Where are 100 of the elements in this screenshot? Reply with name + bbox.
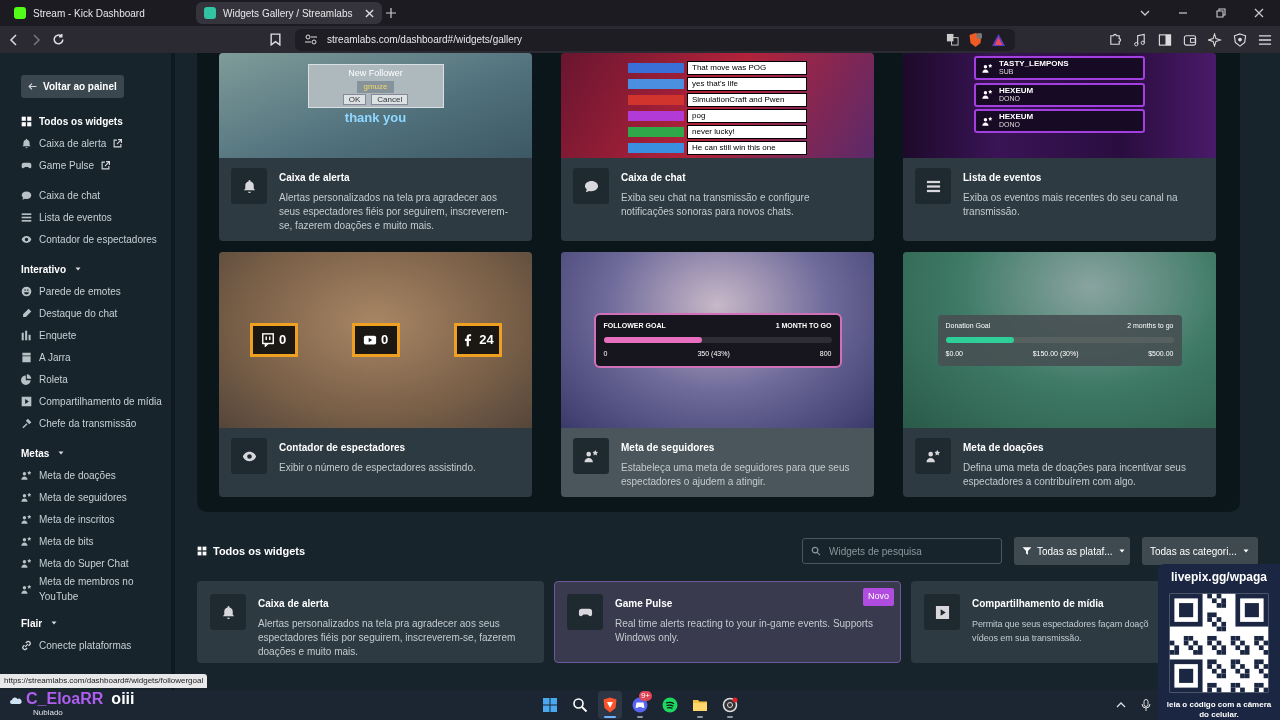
chevron-down-icon[interactable] (1140, 8, 1150, 18)
section-header[interactable]: Interativo (21, 258, 82, 280)
sidebar-item[interactable]: Meta de doações (21, 464, 171, 486)
play-icon (934, 604, 950, 620)
chat-message: SimulationCraft and Pwen (687, 92, 807, 107)
event-name: HEXEUM (999, 113, 1034, 121)
sidebar-item[interactable]: Parede de emotes (21, 280, 171, 302)
sparkle-icon[interactable] (1208, 32, 1222, 47)
qr-caption: leia o código com a câmera do celular. (1165, 700, 1273, 720)
filter-dropdown[interactable]: Todas as categori... (1142, 537, 1258, 565)
sidebar-item[interactable]: Contador de espectadores (21, 228, 171, 250)
card-title: Caixa de alerta (279, 171, 351, 185)
triangle-icon[interactable] (992, 33, 1005, 46)
sidebar-item[interactable]: Game Pulse (21, 154, 171, 176)
chat-username: C_EloaRR (26, 690, 104, 707)
sidebar-item[interactable]: Compartilhamento de mídia (21, 390, 171, 412)
sidebar-item[interactable]: Meta de bits (21, 530, 171, 552)
card-description: Exibir o número de espectadores assistindo. (279, 461, 476, 475)
link-icon (21, 639, 32, 651)
caret-icon (1242, 547, 1250, 555)
sidebar-item[interactable]: Chefe da transmissão (21, 412, 171, 434)
sidebar-item[interactable]: A Jarra (21, 346, 171, 368)
person-star-icon (583, 448, 599, 464)
chat-message: oiii (111, 690, 135, 707)
widget-card[interactable]: Caixa de alerta Alertas personalizados na tela pra agradecer aos seus espectadores fiéis por seguirem, inscreverem-se, fazerem doações e muito mais. (197, 581, 544, 663)
sidebar-item[interactable]: Meta de inscritos (21, 508, 171, 530)
music-circle-icon (662, 697, 678, 713)
close-icon[interactable] (1254, 8, 1264, 18)
widget-card[interactable]: That move was POG yes that's life SimulationCraft and Pwen pog never lucky! He can still win this one Caixa de chat Exiba seu chat na transmissão e configure notificações sonoras para novos chats. (561, 53, 874, 241)
back-button[interactable]: Voltar ao painel (21, 75, 124, 98)
person-star-icon (21, 557, 32, 569)
widget-card[interactable]: Game Pulse Real time alerts reacting to your in-game events. Supports Windows only. Novo (554, 581, 901, 663)
section-header[interactable]: Metas (21, 442, 66, 464)
new-badge: Novo (863, 588, 894, 606)
url-text[interactable]: streamlabs.com/dashboard#/widgets/gallery (327, 32, 523, 47)
chat-box-icon (260, 333, 275, 347)
bookmark-icon[interactable] (270, 33, 281, 46)
person-star-icon (21, 535, 32, 547)
sidebar-item[interactable]: Lista de eventos (21, 206, 171, 228)
list-icon (21, 211, 32, 223)
filter-dropdown[interactable]: Todas as plataf... (1014, 537, 1130, 565)
menu-icon[interactable] (1258, 32, 1272, 47)
new-tab-icon[interactable] (386, 8, 396, 18)
sidebar-item[interactable]: Meta de membros no YouTube (21, 574, 171, 604)
person-star-icon (21, 513, 32, 525)
chat-message: yes that's life (687, 76, 807, 91)
close-icon[interactable] (365, 8, 374, 18)
taskbar-app[interactable]: 9+ (628, 691, 652, 719)
viewer-count: 24 (453, 323, 502, 357)
eye-icon (21, 233, 32, 245)
cloud-icon (8, 696, 24, 707)
wallet-icon[interactable] (1183, 32, 1197, 47)
search-box[interactable]: Widgets de pesquisa (802, 538, 1002, 564)
grid-icon (197, 546, 207, 556)
sidebar-item[interactable]: Conecte plataformas (21, 634, 171, 656)
shield-icon[interactable] (969, 32, 982, 47)
sidebar-item[interactable]: Meta de seguidores (21, 486, 171, 508)
reload-icon[interactable] (52, 33, 65, 46)
chat-bubble-icon (583, 178, 599, 194)
notification-badge: 9+ (638, 691, 652, 701)
microphone-icon[interactable] (1141, 699, 1151, 711)
shield-icon[interactable] (1233, 32, 1247, 47)
browser-tab[interactable]: Stream - Kick Dashboard (6, 2, 192, 24)
chat-bubble-icon (21, 189, 32, 201)
caret-icon (74, 265, 82, 273)
sidebar-item[interactable]: Meta do Super Chat (21, 552, 171, 574)
weather-label[interactable]: Nublado (33, 708, 63, 718)
chat-message: never lucky! (687, 124, 807, 139)
widget-card[interactable]: 0 0 24 Contador de espectadores Exibir o número de espectadores assistindo. (219, 252, 532, 497)
alert-name: gmuze (357, 81, 394, 93)
person-star-icon (982, 115, 993, 127)
site-settings-icon[interactable] (305, 34, 317, 45)
search-icon (572, 697, 588, 713)
back-icon[interactable] (8, 33, 20, 46)
bell-icon (220, 604, 236, 620)
sidebar-item[interactable]: Caixa de chat (21, 184, 171, 206)
chevron-up-icon[interactable] (1116, 700, 1126, 710)
section-title: Todos os widgets (213, 543, 306, 559)
sidebar-item[interactable]: Roleta (21, 368, 171, 390)
restore-icon[interactable] (1216, 8, 1226, 18)
browser-tab[interactable]: Widgets Gallery / Streamlabs (196, 2, 382, 24)
section-header[interactable]: Flair (21, 612, 59, 634)
person-star-icon (982, 62, 993, 74)
music-note-icon[interactable] (1133, 32, 1147, 47)
widget-card[interactable]: New Follower gmuze OK Cancel thank you Caixa de alerta Alertas personalizados na tela pra agradecer aos seus espectadores fiéis por seguirem, inscreverem-se, fazerem doações e muito mais. (219, 53, 532, 241)
card-title: Caixa de alerta (258, 597, 330, 611)
sidebar-item[interactable]: Todos os widgets (21, 110, 171, 132)
card-title: Meta de doações (963, 441, 1045, 455)
sidebar-icon[interactable] (1158, 32, 1172, 47)
person-star-icon (21, 583, 32, 595)
card-title: Compartilhamento de mídia (972, 597, 1105, 611)
list-icon (925, 178, 941, 194)
taskbar-app[interactable] (598, 691, 622, 719)
sidebar-item[interactable]: Destaque do chat (21, 302, 171, 324)
dialog-button: OK (342, 94, 367, 105)
sidebar-item[interactable]: Caixa de alerta (21, 132, 171, 154)
puzzle-icon[interactable] (1108, 32, 1122, 47)
search-field[interactable]: Widgets de pesquisa (827, 542, 993, 560)
forward-icon[interactable] (30, 33, 42, 46)
sidebar-item[interactable]: Enquete (21, 324, 171, 346)
